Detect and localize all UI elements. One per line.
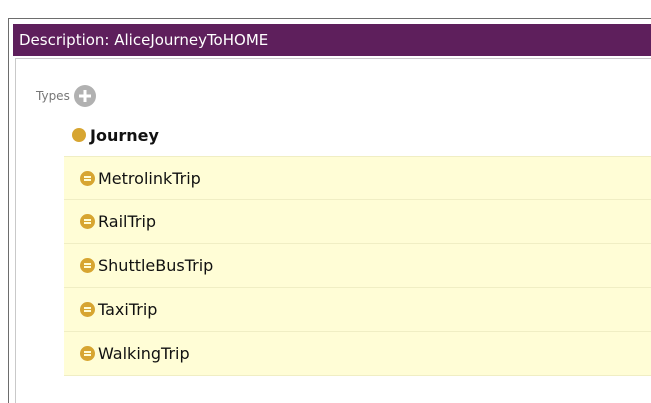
inferred-type-walkingtrip[interactable]: WalkingTrip: [64, 332, 651, 376]
type-item-label: Journey: [90, 125, 159, 145]
plus-circle-icon[interactable]: [73, 85, 96, 107]
inferred-types-list: MetrolinkTrip RailTrip ShuttleBusTrip Ta…: [64, 156, 651, 376]
inferred-class-icon: [80, 346, 95, 361]
type-item-journey[interactable]: Journey: [72, 121, 159, 149]
inferred-type-label: RailTrip: [98, 212, 157, 231]
types-section-header: Types: [36, 84, 96, 108]
inferred-class-icon: [80, 214, 95, 229]
inferred-type-label: WalkingTrip: [98, 344, 190, 363]
class-dot-icon: [72, 128, 86, 142]
inferred-type-metrolinktrip[interactable]: MetrolinkTrip: [64, 156, 651, 200]
inferred-class-icon: [80, 302, 95, 317]
types-label: Types: [36, 89, 70, 103]
inferred-type-label: TaxiTrip: [98, 300, 158, 319]
inferred-class-icon: [80, 258, 95, 273]
inferred-type-shuttlebustrip[interactable]: ShuttleBusTrip: [64, 244, 651, 288]
inferred-type-taxitrip[interactable]: TaxiTrip: [64, 288, 651, 332]
description-title-bar: Description: AliceJourneyToHOME: [13, 24, 651, 56]
inferred-type-railtrip[interactable]: RailTrip: [64, 200, 651, 244]
inferred-type-label: MetrolinkTrip: [98, 168, 201, 188]
inferred-class-icon: [80, 170, 95, 186]
description-title: Description: AliceJourneyToHOME: [19, 31, 269, 49]
inferred-type-label: ShuttleBusTrip: [98, 256, 214, 275]
